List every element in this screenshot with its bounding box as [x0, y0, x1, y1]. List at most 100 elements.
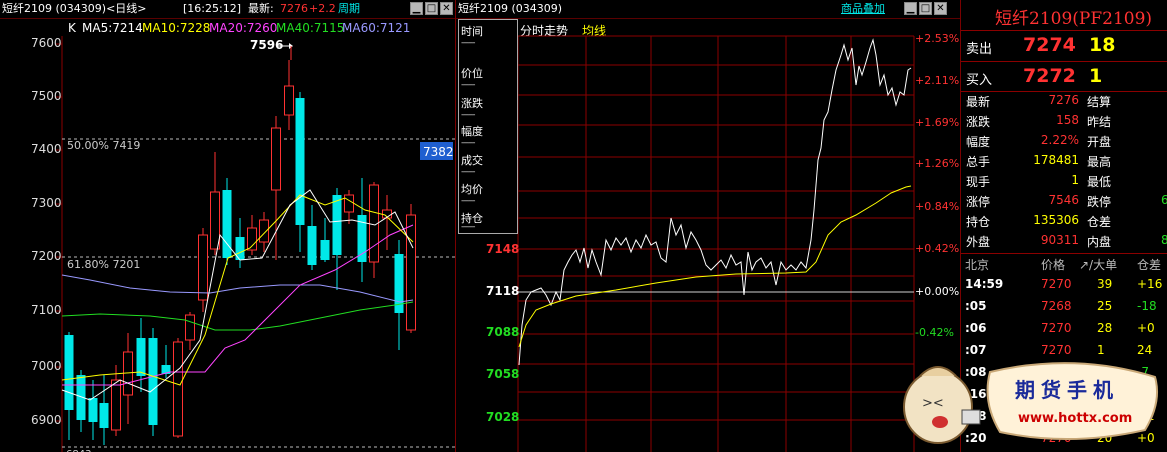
kline-candle [88, 380, 98, 440]
price-tag-label: 7382 [423, 145, 454, 159]
kline-candle [284, 60, 294, 130]
ma5-line [61, 189, 414, 401]
quote-row: 持仓 135306 仓差 [961, 213, 1167, 233]
buy-price: 7272 [1023, 65, 1076, 87]
tick-time: 14:59 [965, 277, 1004, 291]
quote-value-2: 8 [1161, 233, 1167, 247]
kline-candle [111, 365, 121, 436]
kline-chart[interactable]: 7596 50.00% 7419 61.80% 7201 7382 6843 [0, 0, 455, 452]
kline-candle [406, 204, 416, 333]
price-line [518, 38, 912, 366]
info-dash: ------ [461, 138, 475, 148]
quote-label: 持仓 [966, 215, 991, 229]
kline-panel[interactable]: 短纤2109 (034309)<日线> [16:25:12] 最新: 7276 … [0, 0, 456, 452]
kline-candle [259, 212, 269, 252]
kline-y-tick: 7500 [31, 89, 62, 103]
timeshare-pct-tick: +1.69% [915, 116, 960, 129]
info-dash: ------ [461, 38, 475, 48]
tick-header-oi: 仓差 [1137, 258, 1162, 272]
timeshare-y-tick: 7148 [486, 242, 520, 256]
sell-price: 7274 [1023, 34, 1076, 56]
buy-label: 买入 [966, 73, 993, 88]
timeshare-pct-tick: +2.53% [915, 32, 960, 45]
timeshare-pct-tick: +2.11% [915, 74, 960, 87]
quote-label-2: 仓差 [1087, 215, 1112, 229]
info-avg: 均价 [461, 183, 483, 196]
tick-header-time: 北京 [965, 258, 990, 272]
tick-volume: 25 [1097, 299, 1113, 313]
quote-value: 1 [1071, 173, 1079, 187]
tick-oi: +0 [1137, 321, 1155, 335]
timeshare-y-tick: 7088 [486, 325, 520, 339]
timeshare-chart[interactable] [456, 0, 960, 452]
ma40-line [61, 301, 414, 331]
timeshare-y-tick: 7058 [486, 367, 520, 381]
kline-candle [222, 178, 232, 265]
svg-text:><: >< [922, 396, 944, 411]
timeshare-pct-tick: +0.42% [915, 242, 960, 255]
info-change: 涨跌 [461, 97, 483, 110]
quote-value-2: 6 [1161, 193, 1167, 207]
quote-value: 135306 [1033, 213, 1079, 227]
tick-volume: 28 [1097, 321, 1113, 335]
timeshare-pct-tick: +0.84% [915, 200, 960, 213]
kline-y-tick: 7100 [31, 303, 62, 317]
tick-oi: -18 [1137, 299, 1157, 313]
kline-y-tick: 7300 [31, 196, 62, 210]
fib50-label: 50.00% 7419 [67, 139, 140, 152]
mascot-icon: >< 期货手机 www.hottx.com [903, 362, 1158, 444]
info-pct: 幅度 [461, 125, 483, 138]
kline-candle [123, 333, 133, 424]
tick-row: :06 7270 28 +0 [961, 321, 1167, 341]
kline-y-tick: 7600 [31, 36, 62, 50]
kline-y-tick: 7400 [31, 142, 62, 156]
kline-candle [198, 228, 208, 312]
quote-row: 外盘 90311 内盘 8 [961, 233, 1167, 253]
tick-time: :06 [965, 321, 987, 335]
kline-candle [344, 190, 354, 224]
quote-label-2: 跌停 [1087, 195, 1112, 209]
quote-row: 涨跌 158 昨结 [961, 113, 1167, 133]
quote-row: 现手 1 最低 [961, 173, 1167, 193]
quote-label-2: 最高 [1087, 155, 1112, 169]
kline-candle [295, 92, 305, 252]
tick-header-price: 价格 [1041, 258, 1066, 272]
quote-label: 现手 [966, 175, 991, 189]
quote-value: 7276 [1048, 93, 1079, 107]
timeshare-panel[interactable]: 短纤2109 (034309) 商品叠加 ▁ □ ✕ 分时走势 均线 时间 --… [456, 0, 961, 452]
quote-value: 7546 [1048, 193, 1079, 207]
quote-label-2: 开盘 [1087, 135, 1112, 149]
kline-y-tick: 6900 [31, 413, 62, 427]
kline-candle [64, 332, 74, 440]
quote-label-2: 昨结 [1087, 115, 1112, 129]
quote-value: 178481 [1033, 153, 1079, 167]
ma60-line [61, 274, 414, 303]
info-column: 时间 ------ 价位 ------ 涨跌 ------ 幅度 ------ … [458, 19, 518, 234]
info-volume: 成交 [461, 154, 483, 167]
sell-label: 卖出 [966, 42, 993, 57]
sell-row: 卖出 7274 18 [961, 32, 1167, 60]
tick-oi: +16 [1137, 277, 1163, 291]
kline-candle [173, 338, 183, 438]
quote-label: 涨停 [966, 195, 991, 209]
quote-label: 幅度 [966, 135, 991, 149]
quote-row: 总手 178481 最高 [961, 153, 1167, 173]
tick-price: 7268 [1041, 299, 1072, 313]
info-time: 时间 [461, 25, 483, 38]
kline-candle [307, 205, 317, 270]
watermark-logo: >< 期货手机 www.hottx.com [900, 352, 1162, 447]
tick-header: 北京 价格 ↗/大单 仓差 [961, 256, 1167, 276]
timeshare-y-tick: 7118 [486, 284, 520, 298]
tick-row: 14:59 7270 39 +16 [961, 277, 1167, 297]
fib618-label: 61.80% 7201 [67, 258, 140, 271]
info-dash: ------ [461, 196, 475, 206]
quote-label: 外盘 [966, 235, 991, 249]
tick-header-volume: ↗/大单 [1079, 258, 1118, 272]
info-dash: ------ [461, 167, 475, 177]
kline-candle [185, 312, 195, 350]
kline-candle [320, 218, 330, 262]
kline-candle [148, 328, 158, 436]
quote-value: 158 [1056, 113, 1079, 127]
quote-header: 短纤2109(PF2109) [961, 0, 1167, 31]
watermark-title: 期货手机 [1015, 378, 1119, 402]
